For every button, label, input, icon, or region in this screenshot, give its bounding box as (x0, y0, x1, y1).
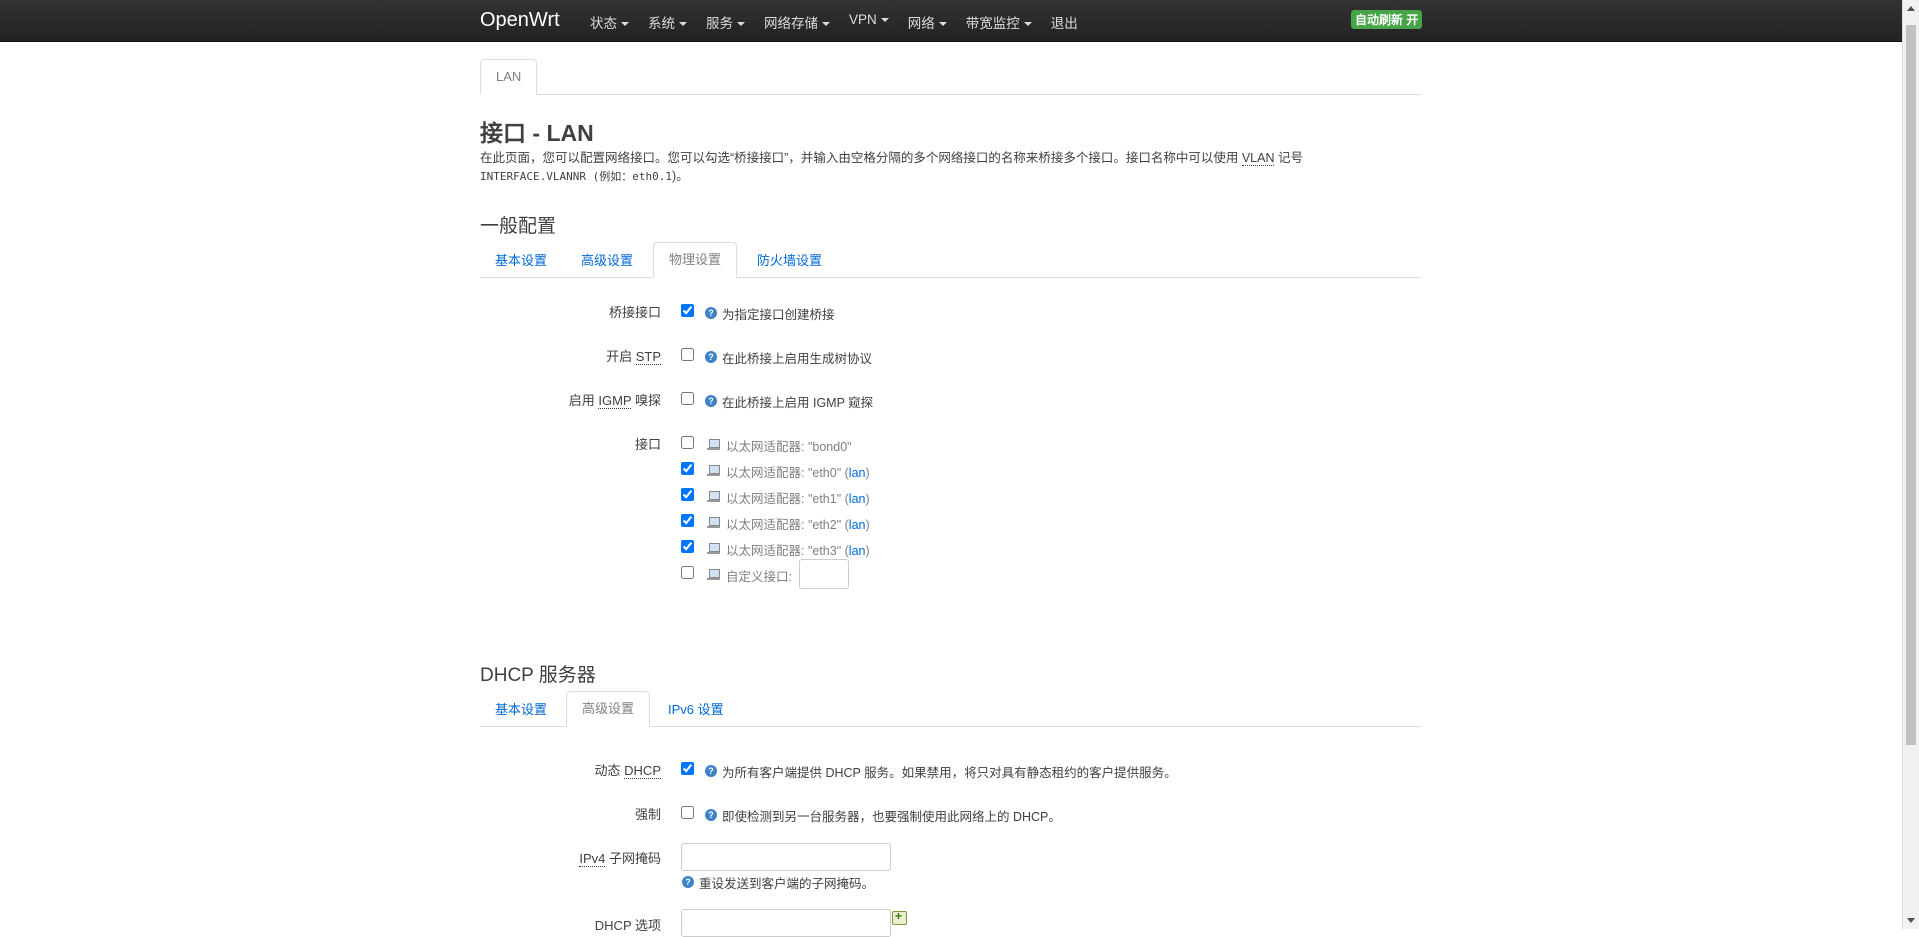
igmp-checkbox[interactable] (681, 392, 694, 405)
dhcp-options-label: DHCP 选项 (594, 918, 661, 933)
iface-eth1-label: 以太网适配器: "eth1" (lan) (726, 492, 870, 506)
ethernet-adapter-icon (707, 542, 721, 555)
iface-bond0-checkbox[interactable] (681, 436, 694, 449)
auto-refresh-badge[interactable]: 自动刷新 开 (1351, 10, 1423, 29)
interface-tabs: LAN (480, 59, 1421, 95)
menu-status[interactable]: 状态 (590, 12, 629, 32)
general-tabs: 基本设置 高级设置 物理设置 防火墙设置 (480, 242, 1421, 278)
iface-custom-label: 自定义接口: (726, 570, 792, 584)
top-navbar: OpenWrt 状态 系统 服务 网络存储 VPN 网络 带宽监控 退出 自动刷… (0, 0, 1903, 42)
netmask-input[interactable] (681, 843, 891, 871)
chevron-down-icon (621, 22, 629, 27)
help-icon: ? (705, 351, 717, 363)
menu-system[interactable]: 系统 (648, 12, 687, 32)
ethernet-adapter-icon (707, 568, 721, 581)
help-icon: ? (682, 876, 694, 888)
tab-physical[interactable]: 物理设置 (653, 242, 738, 278)
dynamic-dhcp-label: 动态 DHCP (594, 763, 661, 779)
tab-basic[interactable]: 基本设置 (480, 244, 562, 278)
custom-interface-input[interactable] (799, 559, 849, 589)
help-icon: ? (705, 395, 717, 407)
dynamic-dhcp-checkbox[interactable] (681, 762, 694, 775)
tab-dhcp-ipv6[interactable]: IPv6 设置 (653, 693, 739, 727)
iface-custom-checkbox[interactable] (681, 566, 694, 579)
chevron-down-icon (1023, 22, 1032, 27)
menu-network[interactable]: 网络 (908, 12, 947, 32)
chevron-down-icon (679, 22, 687, 27)
dhcp-tabs: 基本设置 高级设置 IPv6 设置 (480, 691, 1421, 727)
force-help: 即使检测到另一台服务器，也要强制使用此网络上的 DHCP。 (722, 810, 1061, 824)
menu-nas[interactable]: 网络存储 (764, 12, 830, 32)
general-config-heading: 一般配置 (480, 216, 557, 237)
chevron-down-icon (737, 22, 745, 27)
ethernet-adapter-icon (707, 516, 721, 529)
iface-eth3-label: 以太网适配器: "eth3" (lan) (726, 544, 870, 558)
interface-label: 接口 (634, 437, 661, 452)
chevron-down-icon (938, 22, 947, 27)
iface-eth2-label: 以太网适配器: "eth2" (lan) (726, 518, 870, 532)
tab-advanced[interactable]: 高级设置 (566, 244, 648, 278)
bridge-help: 为指定接口创建桥接 (722, 308, 835, 322)
stp-checkbox[interactable] (681, 348, 694, 361)
igmp-help: 在此桥接上启用 IGMP 窥探 (722, 396, 874, 410)
ethernet-adapter-icon (707, 438, 721, 451)
help-icon: ? (705, 765, 717, 777)
scroll-down-icon[interactable] (1907, 918, 1915, 923)
menu-bandwidth[interactable]: 带宽监控 (966, 12, 1032, 32)
bridge-checkbox[interactable] (681, 304, 694, 317)
scroll-up-icon[interactable] (1907, 6, 1915, 11)
ethernet-adapter-icon (707, 464, 721, 477)
iface-eth0-label: 以太网适配器: "eth0" (lan) (726, 466, 870, 480)
dhcp-options-input[interactable] (681, 909, 891, 937)
iface-eth2-checkbox[interactable] (681, 514, 694, 527)
add-entry-icon[interactable] (892, 909, 907, 925)
page-description: 在此页面，您可以配置网络接口。您可以勾选“桥接接口”，并输入由空格分隔的多个网络… (480, 151, 1303, 183)
help-icon: ? (705, 809, 717, 821)
dhcp-server-heading: DHCP 服务器 (480, 665, 596, 686)
page-title: 接口 - LAN (480, 120, 594, 146)
menu-services[interactable]: 服务 (706, 12, 745, 32)
iface-bond0-label: 以太网适配器: "bond0" (726, 440, 852, 454)
chevron-down-icon (822, 22, 830, 27)
netmask-help: 重设发送到客户端的子网掩码。 (699, 877, 875, 891)
stp-label: 开启 STP (606, 349, 661, 365)
menu-logout[interactable]: 退出 (1051, 12, 1078, 32)
tab-dhcp-basic[interactable]: 基本设置 (480, 693, 562, 727)
chevron-down-icon (880, 18, 889, 23)
dynamic-dhcp-help: 为所有客户端提供 DHCP 服务。如果禁用，将只对具有静态租约的客户提供服务。 (722, 766, 1177, 780)
iface-eth3-checkbox[interactable] (681, 540, 694, 553)
iface-eth0-checkbox[interactable] (681, 462, 694, 475)
menu-vpn[interactable]: VPN (849, 12, 889, 32)
igmp-label: 启用 IGMP 嗅探 (568, 393, 661, 409)
tab-dhcp-advanced[interactable]: 高级设置 (566, 691, 651, 727)
bridge-label: 桥接接口 (608, 305, 661, 320)
scrollbar-thumb[interactable] (1906, 25, 1916, 745)
page-scrollbar[interactable] (1902, 0, 1919, 929)
brand-logo[interactable]: OpenWrt (480, 9, 560, 32)
netmask-label: IPv4 子网掩码 (579, 851, 661, 867)
stp-help: 在此桥接上启用生成树协议 (722, 352, 873, 366)
force-checkbox[interactable] (681, 806, 694, 819)
tab-firewall[interactable]: 防火墙设置 (742, 244, 837, 278)
tab-lan[interactable]: LAN (480, 59, 538, 95)
help-icon: ? (705, 307, 717, 319)
iface-eth1-checkbox[interactable] (681, 488, 694, 501)
main-menu: 状态 系统 服务 网络存储 VPN 网络 带宽监控 退出 (590, 12, 1097, 32)
ethernet-adapter-icon (707, 490, 721, 503)
force-label: 强制 (634, 807, 661, 822)
